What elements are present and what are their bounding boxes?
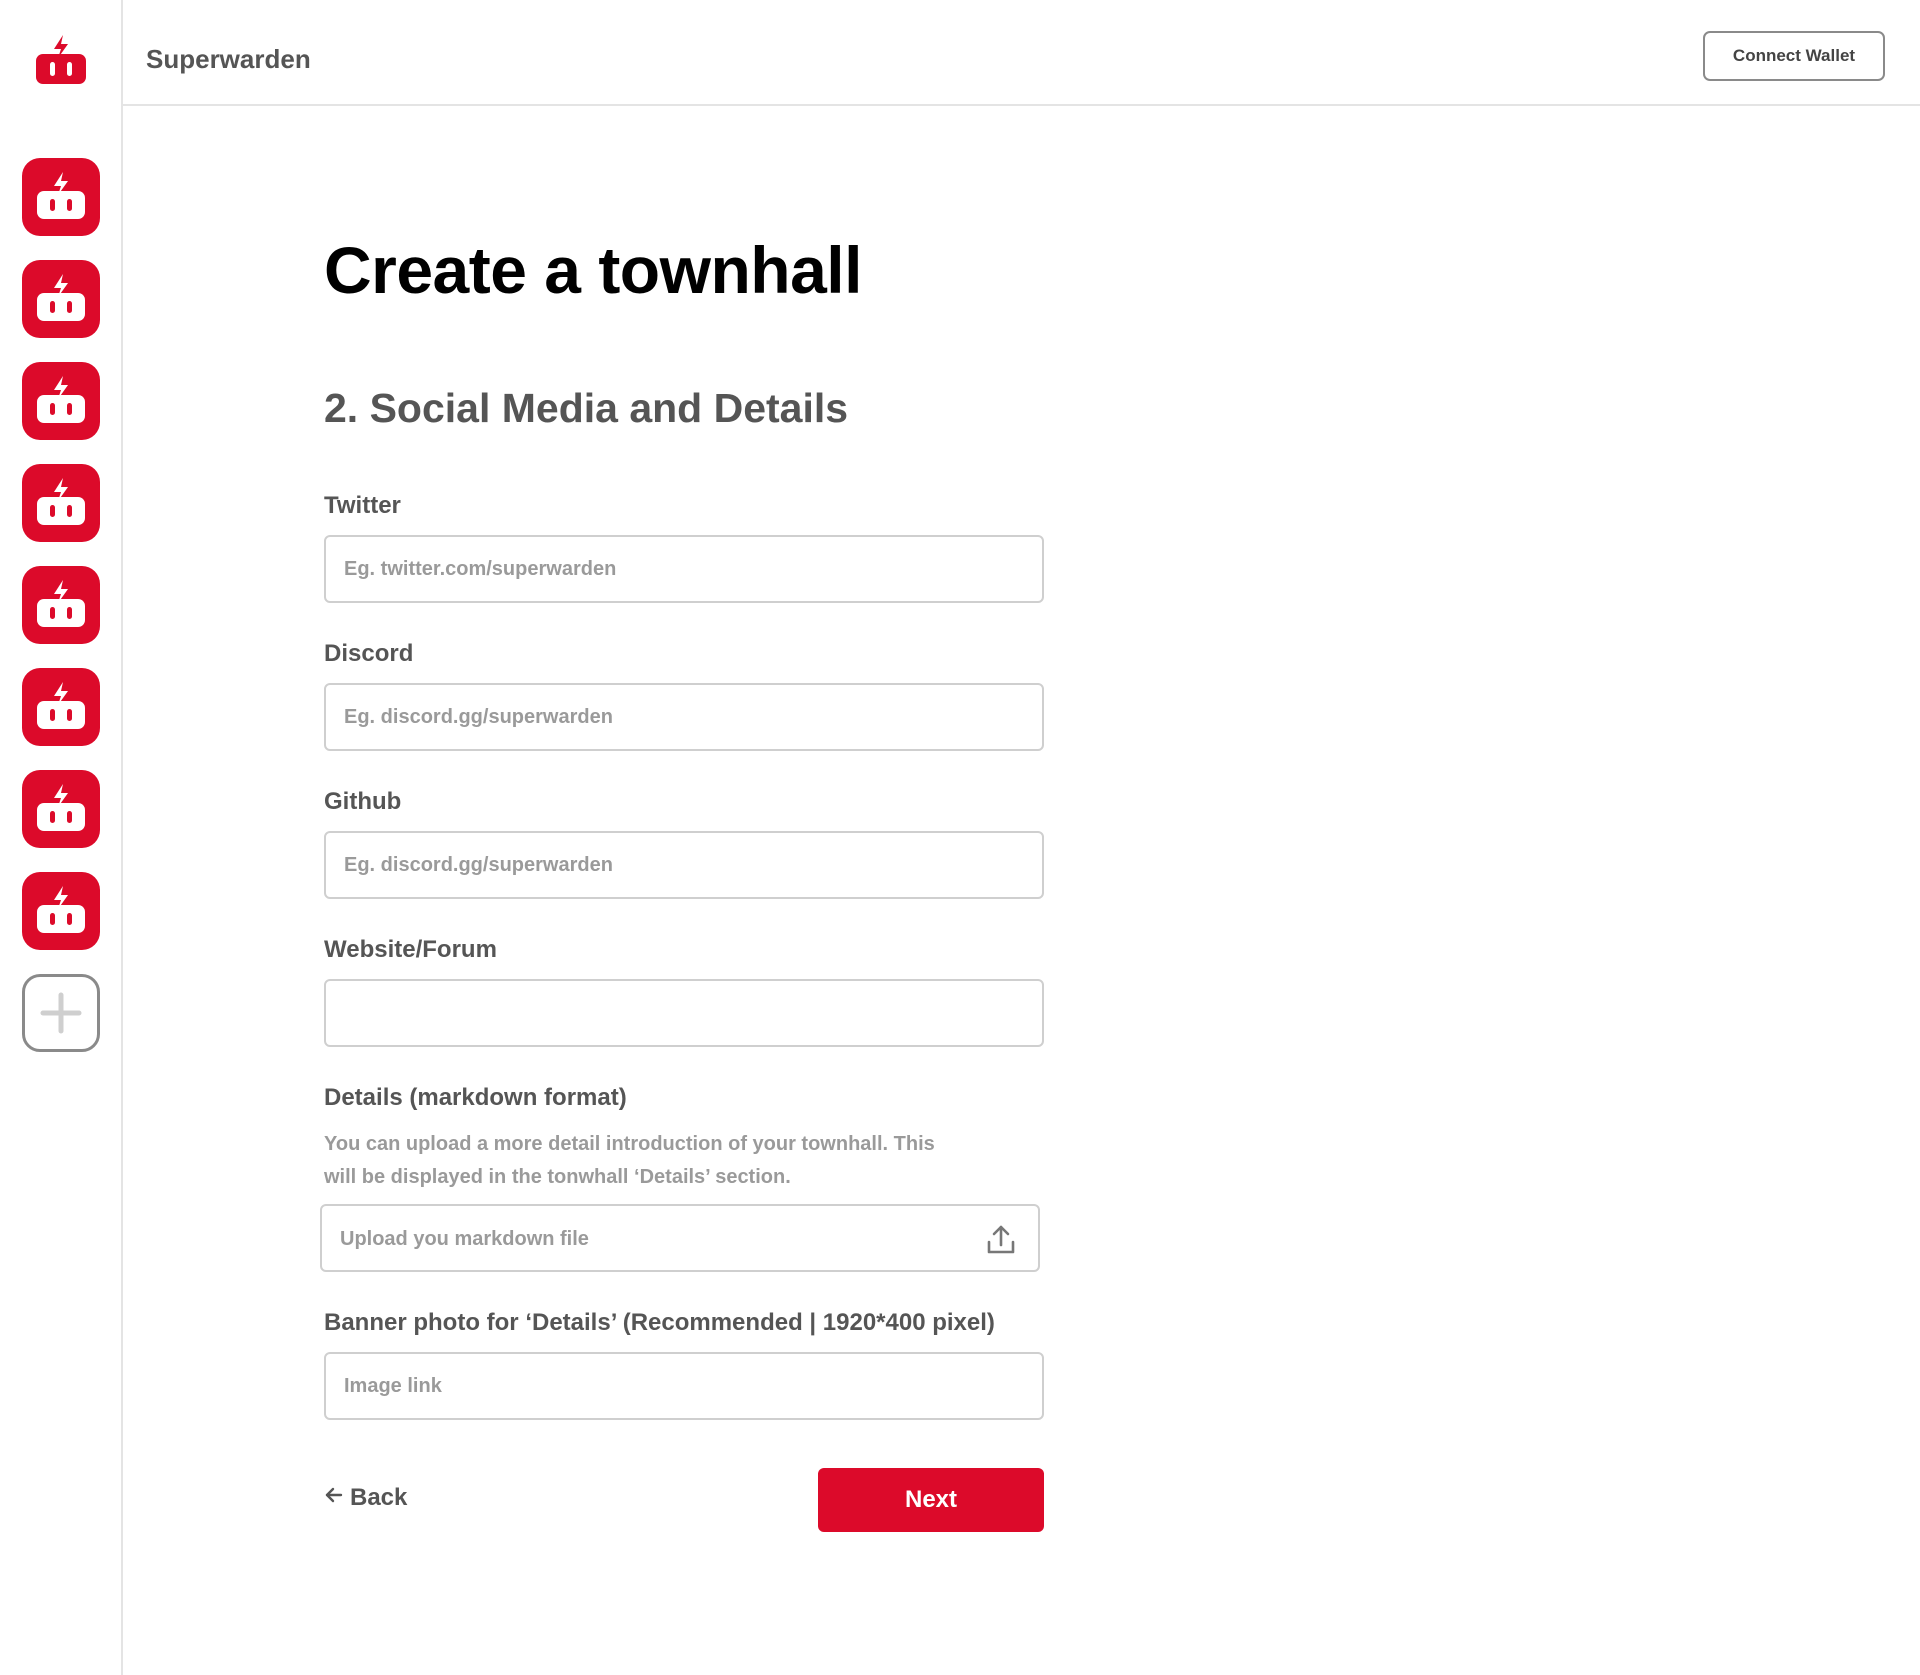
townhall-item-1[interactable] [22, 158, 100, 236]
app-logo-icon[interactable] [33, 32, 89, 88]
add-townhall-button[interactable] [22, 974, 100, 1052]
markdown-upload-field[interactable]: Upload you markdown file [320, 1204, 1040, 1272]
page-title: Create a townhall [324, 233, 862, 307]
discord-label: Discord [324, 640, 414, 667]
robot-lightning-icon [33, 373, 89, 429]
townhall-item-6[interactable] [22, 668, 100, 746]
website-input[interactable] [324, 979, 1044, 1047]
arrow-left-icon [324, 1484, 344, 1512]
next-button[interactable]: Next [818, 1468, 1044, 1532]
townhall-item-4[interactable] [22, 464, 100, 542]
upload-placeholder: Upload you markdown file [340, 1228, 589, 1250]
plus-icon [39, 991, 83, 1035]
townhall-item-7[interactable] [22, 770, 100, 848]
townhall-item-8[interactable] [22, 872, 100, 950]
website-label: Website/Forum [324, 936, 497, 963]
top-bar: Superwarden Connect Wallet [123, 0, 1920, 106]
sidebar [0, 0, 123, 1675]
townhall-item-2[interactable] [22, 260, 100, 338]
twitter-label: Twitter [324, 492, 401, 519]
connect-wallet-button[interactable]: Connect Wallet [1703, 31, 1885, 81]
robot-lightning-icon [33, 475, 89, 531]
townhall-list [22, 158, 100, 1052]
robot-lightning-icon [33, 679, 89, 735]
twitter-input[interactable] [324, 535, 1044, 603]
section-title: 2. Social Media and Details [324, 385, 849, 431]
details-help-line-2: will be displayed in the tonwhall ‘Detai… [324, 1166, 791, 1188]
banner-image-link-input[interactable] [324, 1352, 1044, 1420]
robot-lightning-icon [33, 577, 89, 633]
townhall-item-5[interactable] [22, 566, 100, 644]
robot-lightning-icon [33, 883, 89, 939]
robot-lightning-icon [33, 169, 89, 225]
app-name: Superwarden [146, 44, 311, 74]
upload-icon[interactable] [986, 1224, 1016, 1256]
back-button-label: Back [350, 1484, 408, 1511]
banner-label: Banner photo for ‘Details’ (Recommended … [324, 1309, 995, 1336]
github-input[interactable] [324, 831, 1044, 899]
robot-lightning-icon [33, 781, 89, 837]
robot-lightning-icon [33, 271, 89, 327]
github-label: Github [324, 788, 402, 815]
details-help-text: You can upload a more detail introductio… [324, 1128, 984, 1194]
discord-input[interactable] [324, 683, 1044, 751]
townhall-item-3[interactable] [22, 362, 100, 440]
details-help-line-1: You can upload a more detail introductio… [324, 1133, 935, 1155]
back-button[interactable]: Back [324, 1484, 407, 1512]
details-label: Details (markdown format) [324, 1084, 627, 1111]
